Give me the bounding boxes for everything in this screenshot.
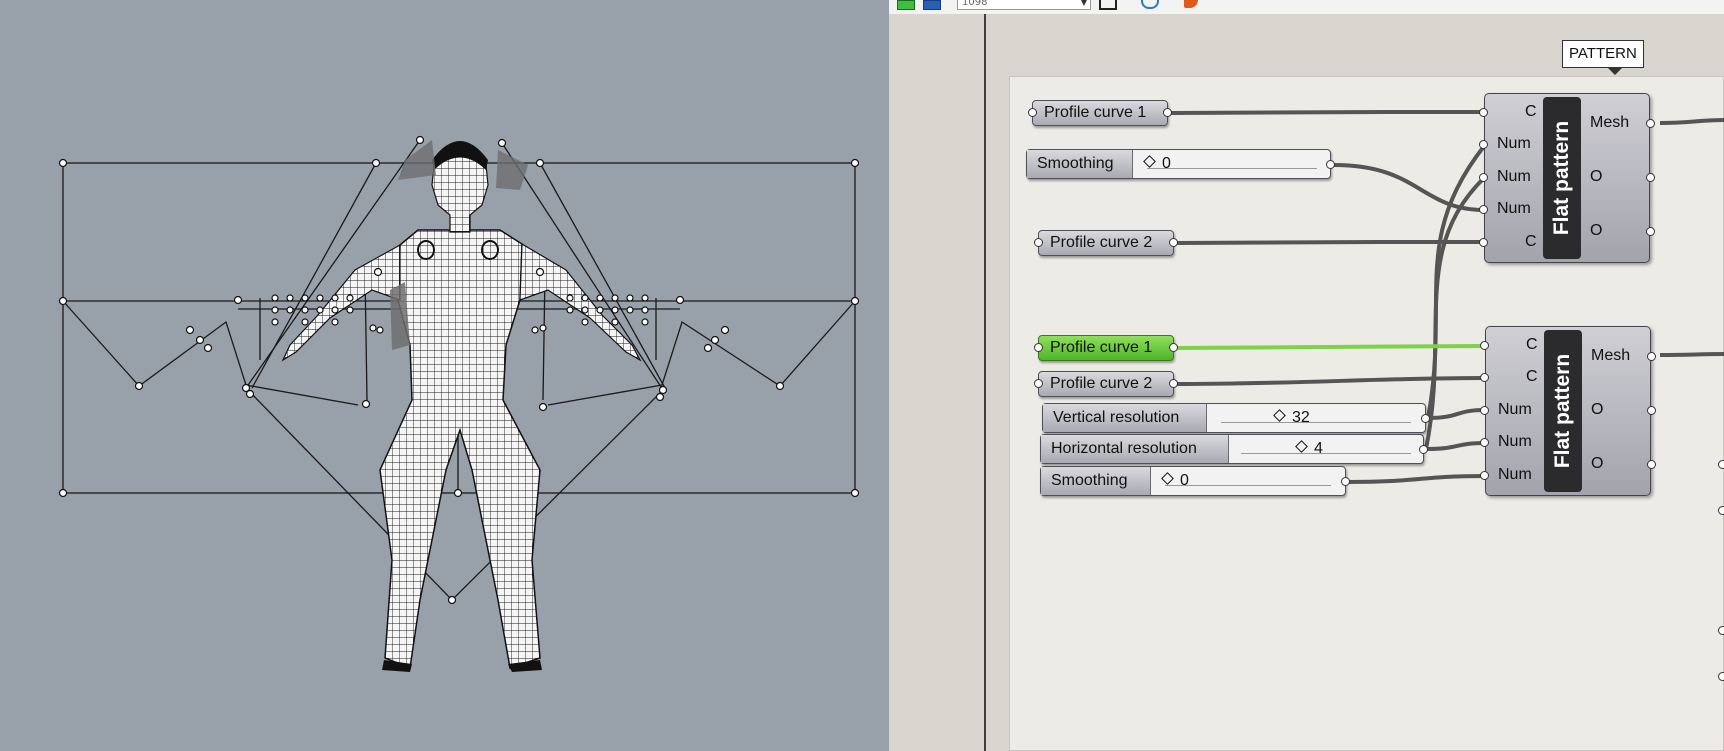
input-grip[interactable] <box>1034 343 1043 352</box>
slider-value[interactable]: 0 <box>1145 150 1171 178</box>
output-grip[interactable] <box>1169 343 1178 352</box>
smoothing-slider[interactable]: Smoothing 0 <box>1040 466 1350 496</box>
output-port[interactable] <box>1647 406 1656 415</box>
input-c[interactable]: C <box>1526 336 1538 354</box>
output-grip[interactable] <box>1169 238 1178 247</box>
output-port[interactable] <box>1646 173 1655 182</box>
profile-curve-2-param[interactable]: Profile curve 2 <box>1034 371 1178 397</box>
output-grip[interactable] <box>1169 379 1178 388</box>
output-grip[interactable] <box>1163 108 1172 117</box>
input-port[interactable] <box>1479 238 1488 247</box>
profile-curve-1-param[interactable]: Profile curve 1 <box>1028 100 1172 126</box>
input-num[interactable]: Num <box>1497 200 1531 218</box>
wire[interactable] <box>1425 441 1486 451</box>
input-port[interactable] <box>1480 471 1489 480</box>
slider-track[interactable] <box>1165 475 1331 486</box>
offscreen-port[interactable] <box>1718 626 1724 635</box>
offscreen-port[interactable] <box>1718 460 1724 469</box>
output-o[interactable]: O <box>1591 401 1603 419</box>
wires <box>1169 110 1724 484</box>
slider-value[interactable]: 32 <box>1275 404 1310 432</box>
param-label: Profile curve 2 <box>1050 375 1153 392</box>
output-o[interactable]: O <box>1591 455 1603 473</box>
vertical-resolution-slider[interactable]: Vertical resolution 32 <box>1042 403 1430 433</box>
input-port[interactable] <box>1479 205 1488 214</box>
wire[interactable] <box>1659 118 1724 125</box>
input-num[interactable]: Num <box>1498 466 1532 484</box>
selected-wire[interactable] <box>1175 344 1486 350</box>
slider-label: Vertical resolution <box>1043 404 1207 432</box>
output-mesh[interactable]: Mesh <box>1590 114 1629 132</box>
input-port[interactable] <box>1480 406 1489 415</box>
input-grip[interactable] <box>1028 108 1037 117</box>
input-num[interactable]: Num <box>1498 433 1532 451</box>
output-port[interactable] <box>1646 119 1655 128</box>
pattern-label-tag: PATTERN <box>1562 40 1644 75</box>
output-port[interactable] <box>1646 227 1655 236</box>
component-title: Flat pattern <box>1550 120 1573 236</box>
input-grip[interactable] <box>1034 238 1043 247</box>
slider-track[interactable] <box>1241 443 1411 454</box>
slider-track[interactable] <box>1147 158 1317 169</box>
slider-value[interactable]: 0 <box>1163 467 1189 495</box>
output-port[interactable] <box>1647 460 1656 469</box>
input-c[interactable]: C <box>1525 233 1537 251</box>
component-title: Flat pattern <box>1551 353 1574 469</box>
smoothing-slider[interactable]: Smoothing 0 <box>1026 149 1335 179</box>
input-num[interactable]: Num <box>1497 135 1531 153</box>
wire[interactable] <box>1427 408 1486 420</box>
input-num[interactable]: Num <box>1497 168 1531 186</box>
input-port[interactable] <box>1479 173 1488 182</box>
input-port[interactable] <box>1480 341 1489 350</box>
wire[interactable] <box>1424 175 1487 450</box>
wire[interactable] <box>1169 110 1486 115</box>
output-mesh[interactable]: Mesh <box>1591 347 1630 365</box>
slider-value[interactable]: 4 <box>1297 435 1323 463</box>
component-title-bar[interactable]: Flat pattern <box>1544 330 1582 492</box>
input-c[interactable]: C <box>1526 368 1538 386</box>
slider-track[interactable] <box>1221 412 1411 423</box>
input-grip[interactable] <box>1034 379 1043 388</box>
output-o[interactable]: O <box>1590 168 1602 186</box>
wire[interactable] <box>1347 474 1486 484</box>
profile-curve-1-param-selected[interactable]: Profile curve 1 <box>1034 335 1178 361</box>
slider-label: Horizontal resolution <box>1041 435 1229 463</box>
input-num[interactable]: Num <box>1498 401 1532 419</box>
param-label: Profile curve 1 <box>1050 339 1153 356</box>
flat-pattern-component[interactable]: C Num Num Num C Flat pattern Mesh O O <box>1479 93 1655 263</box>
param-label: Profile curve 1 <box>1044 104 1147 121</box>
output-grip[interactable] <box>1326 160 1335 169</box>
wire[interactable] <box>1659 352 1724 357</box>
output-grip[interactable] <box>1341 477 1350 486</box>
offscreen-port[interactable] <box>1718 506 1724 515</box>
output-port[interactable] <box>1647 352 1656 361</box>
offscreen-port[interactable] <box>1718 672 1724 681</box>
component-title-bar[interactable]: Flat pattern <box>1543 97 1581 259</box>
wire[interactable] <box>1175 376 1486 386</box>
param-label: Profile curve 2 <box>1050 234 1153 251</box>
output-grip[interactable] <box>1419 445 1428 454</box>
input-port[interactable] <box>1479 108 1488 117</box>
input-port[interactable] <box>1479 140 1488 149</box>
horizontal-resolution-slider[interactable]: Horizontal resolution 4 <box>1040 434 1428 464</box>
profile-curve-2-param[interactable]: Profile curve 2 <box>1034 230 1178 256</box>
slider-label: Smoothing <box>1041 467 1151 495</box>
input-port[interactable] <box>1480 373 1489 382</box>
input-port[interactable] <box>1480 438 1489 447</box>
flat-pattern-component[interactable]: C C Num Num Num Flat pattern Mesh O O <box>1480 326 1656 496</box>
slider-label: Smoothing <box>1027 150 1133 178</box>
input-c[interactable]: C <box>1525 103 1537 121</box>
output-grip[interactable] <box>1421 414 1430 423</box>
output-o[interactable]: O <box>1590 222 1602 240</box>
